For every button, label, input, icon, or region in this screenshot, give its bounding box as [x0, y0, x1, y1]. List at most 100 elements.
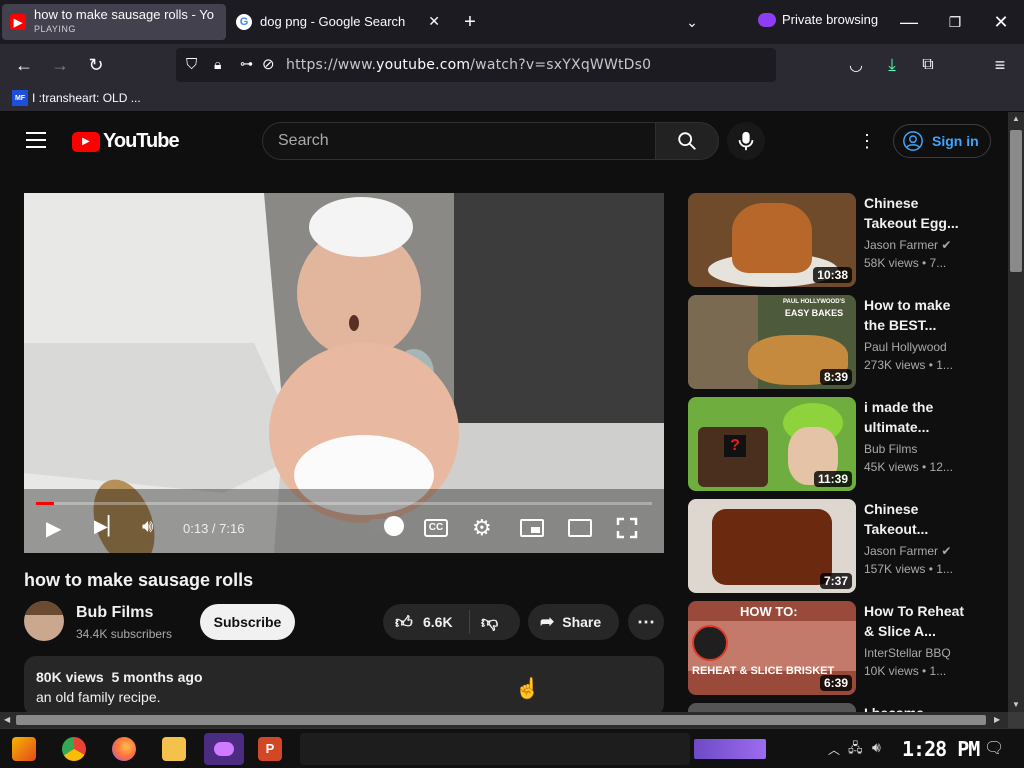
settings-more-icon[interactable]: ⋮	[858, 130, 876, 152]
tracking-protection-shield-icon[interactable]: ⛉	[186, 56, 197, 73]
settings-gear-icon[interactable]: ⚙	[472, 515, 492, 541]
downloads-icon[interactable]: ⤓	[880, 53, 904, 77]
search-button[interactable]	[655, 122, 719, 160]
dislike-icon[interactable]: 👎︎	[481, 612, 498, 633]
taskbar-clock[interactable]: 1:28 PM	[902, 737, 980, 761]
network-icon[interactable]: 🖧︎	[848, 739, 863, 761]
recommendation-title[interactable]: Chinese	[864, 193, 964, 213]
pocket-icon[interactable]: ◡	[844, 53, 868, 77]
firefox-icon[interactable]	[112, 737, 136, 761]
back-button[interactable]: ←	[12, 53, 36, 77]
more-actions-button[interactable]: ⋯	[628, 604, 664, 640]
recommendation-channel[interactable]: Bub Films	[864, 442, 917, 456]
chevron-down-icon[interactable]: ⌄	[680, 10, 704, 34]
volume-icon[interactable]: 🔊︎	[142, 516, 153, 537]
powerpoint-icon[interactable]: P	[258, 737, 282, 761]
tray-chevron-up-icon[interactable]: ︿	[828, 741, 840, 758]
recommendation-item[interactable]: PAUL HOLLYWOOD'S EASY BAKES 8:39 How to …	[688, 295, 1008, 389]
minimize-button[interactable]: —	[897, 10, 921, 34]
recommendation-title[interactable]: ultimate...	[864, 417, 964, 437]
scrollbar-thumb[interactable]	[1010, 130, 1022, 272]
tab-youtube[interactable]: ▶ how to make sausage rolls - Yo PLAYING	[2, 4, 226, 40]
guide-menu-icon[interactable]	[24, 130, 48, 150]
video-duration: 8:39	[819, 369, 852, 385]
restore-button[interactable]: ❐	[943, 10, 967, 34]
sign-in-button[interactable]: Sign in	[893, 124, 991, 158]
scrollbar-thumb[interactable]	[16, 715, 986, 725]
notifications-icon[interactable]: 🗨︎	[984, 738, 1004, 758]
progress-bar-played[interactable]	[36, 502, 54, 505]
chrome-icon[interactable]	[62, 737, 86, 761]
scroll-left-arrow-icon[interactable]: ◀	[4, 715, 10, 724]
scroll-up-arrow-icon[interactable]: ▲	[1012, 114, 1020, 123]
autoplay-toggle[interactable]	[368, 516, 404, 536]
recommendation-title[interactable]: Takeout Egg...	[864, 213, 964, 233]
menu-hamburger-icon[interactable]: ≡	[988, 53, 1012, 77]
recommendation-title[interactable]: I became	[864, 703, 964, 712]
start-menu-icon[interactable]	[12, 737, 36, 761]
vertical-scrollbar[interactable]: ▲ ▼	[1008, 112, 1024, 712]
bookmark-item[interactable]: MF I :transheart: OLD ...	[12, 90, 141, 106]
scroll-down-arrow-icon[interactable]: ▼	[1012, 700, 1020, 709]
recommendation-title[interactable]: the BEST...	[864, 315, 964, 335]
recommendation-item[interactable]: I became	[688, 703, 1008, 712]
recommendation-title[interactable]: Chinese	[864, 499, 964, 519]
recommendation-thumbnail[interactable]: PAUL HOLLYWOOD'S EASY BAKES 8:39	[688, 295, 856, 389]
search-input[interactable]: Search	[262, 122, 656, 160]
recommendation-title[interactable]: & Slice A...	[864, 621, 964, 641]
lock-icon[interactable]: 🔒︎	[214, 56, 221, 73]
theater-mode-icon[interactable]	[568, 519, 592, 537]
channel-name[interactable]: Bub Films	[76, 604, 153, 622]
like-count[interactable]: 6.6K	[423, 614, 453, 630]
url-text[interactable]: https://www.youtube.com/watch?v=sxYXqWWt…	[286, 57, 651, 73]
subtitles-button[interactable]: CC	[424, 519, 448, 537]
recommendation-item[interactable]: 7:37 Chinese Takeout... Jason Farmer ✔ 1…	[688, 499, 1008, 593]
permissions-icon[interactable]: ⊶	[240, 56, 253, 72]
video-player[interactable]: ▶ ▶▏ 🔊︎ 0:13 / 7:16 CC ⚙	[24, 193, 664, 553]
recommendation-thumbnail[interactable]: HOW TO: REHEAT & SLICE BRISKET 6:39	[688, 601, 856, 695]
tab-google[interactable]: G dog png - Google Search ✕	[228, 4, 448, 40]
url-bar[interactable]: ⛉ 🔒︎ ⊶ ⊘ https://www.youtube.com/watch?v…	[176, 48, 776, 82]
recommendation-channel[interactable]: Jason Farmer	[864, 238, 938, 252]
speaker-icon[interactable]: 🔊︎	[872, 739, 881, 756]
firefox-private-window-button[interactable]	[204, 733, 244, 765]
reload-button[interactable]: ↻	[84, 53, 108, 77]
subscribe-button[interactable]: Subscribe	[200, 604, 295, 640]
new-tab-button[interactable]: +	[458, 10, 482, 34]
recommendation-item[interactable]: ? 11:39 i made the ultimate... Bub Films…	[688, 397, 1008, 491]
forward-button[interactable]: →	[48, 53, 72, 77]
play-icon[interactable]: ▶	[46, 516, 61, 541]
recommendation-thumbnail[interactable]: 7:37	[688, 499, 856, 593]
recommendation-title[interactable]: How To Reheat	[864, 601, 974, 621]
recommendation-item[interactable]: HOW TO: REHEAT & SLICE BRISKET 6:39 How …	[688, 601, 1008, 695]
recommendation-channel[interactable]: Jason Farmer	[864, 544, 938, 558]
miniplayer-icon[interactable]	[520, 519, 544, 537]
thumbnail-caption: EASY BAKES	[784, 308, 844, 318]
fullscreen-icon[interactable]	[616, 517, 638, 539]
scroll-right-arrow-icon[interactable]: ▶	[994, 715, 1000, 724]
file-explorer-icon[interactable]	[162, 737, 186, 761]
thumbnail-caption: PAUL HOLLYWOOD'S	[783, 299, 845, 305]
close-tab-icon[interactable]: ✕	[428, 13, 440, 30]
recommendation-channel[interactable]: Paul Hollywood	[864, 340, 947, 354]
recommendation-title[interactable]: How to make	[864, 295, 964, 315]
channel-avatar[interactable]	[24, 601, 64, 641]
horizontal-scrollbar[interactable]: ◀ ▶	[0, 712, 1008, 728]
thumbnail-caption: REHEAT & SLICE BRISKET	[692, 665, 835, 677]
recommendation-item[interactable]: 10:38 Chinese Takeout Egg... Jason Farme…	[688, 193, 1008, 287]
extensions-icon[interactable]: ⧉	[916, 53, 940, 77]
recommendation-thumbnail[interactable]: ? 11:39	[688, 397, 856, 491]
share-button[interactable]: ➦ Share	[528, 604, 619, 640]
youtube-logo[interactable]: ▶ YouTube	[72, 130, 180, 153]
recommendation-title[interactable]: Takeout...	[864, 519, 964, 539]
next-video-icon[interactable]: ▶▏	[94, 516, 122, 537]
autoplay-blocked-icon[interactable]: ⊘	[262, 55, 275, 73]
voice-search-button[interactable]	[727, 122, 765, 160]
close-window-button[interactable]: ✕	[989, 10, 1013, 34]
recommendation-title[interactable]: i made the	[864, 397, 964, 417]
like-icon[interactable]: 👍︎	[395, 612, 413, 633]
recommendation-thumbnail[interactable]: 10:38	[688, 193, 856, 287]
recommendation-channel[interactable]: InterStellar BBQ	[864, 646, 951, 660]
recommendation-thumbnail[interactable]	[688, 703, 856, 712]
description-box[interactable]: 80K views 5 months ago an old family rec…	[24, 656, 664, 716]
